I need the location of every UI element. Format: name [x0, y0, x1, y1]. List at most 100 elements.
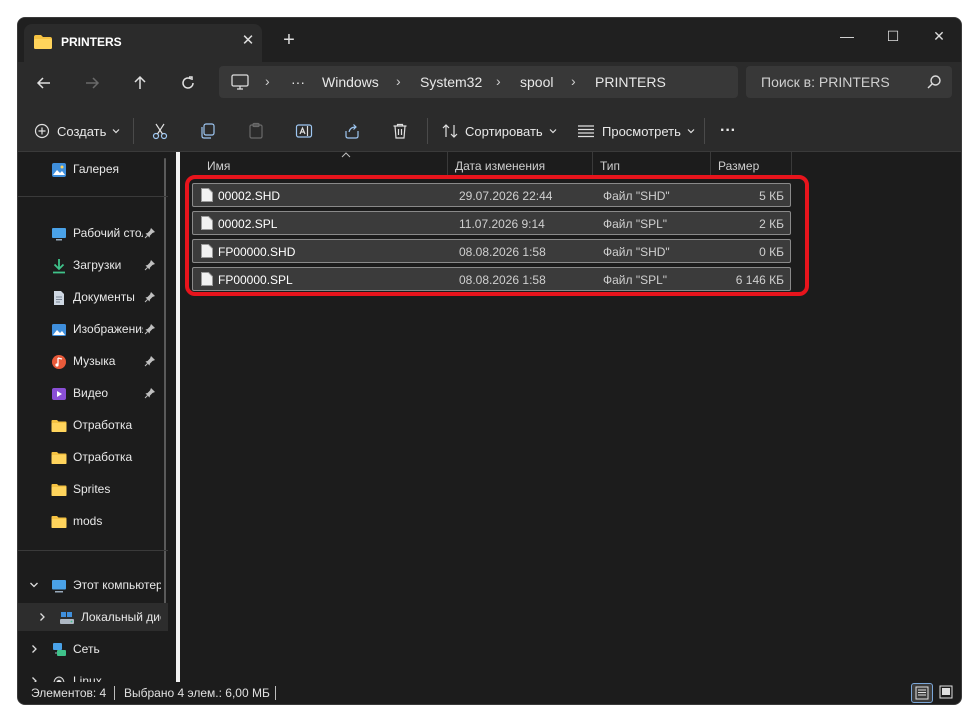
- minimize-button[interactable]: —: [827, 22, 867, 50]
- copy-icon: [201, 123, 215, 139]
- sidebar-item-local-disk[interactable]: Локальный диск: [18, 603, 168, 631]
- sidebar-item-label: Музыка: [73, 354, 116, 368]
- copy-button[interactable]: [199, 115, 217, 147]
- sidebar-item-label: Рабочий стол: [73, 226, 143, 240]
- pin-icon[interactable]: [144, 387, 156, 399]
- highlight-frame: [185, 175, 809, 296]
- folder-icon: [34, 35, 52, 49]
- music-icon: [52, 355, 66, 369]
- up-button[interactable]: [125, 72, 155, 100]
- view-label: Просмотреть: [602, 123, 681, 139]
- file-explorer-window: PRINTERS ✕ + — ☐ ✕ › ··· Windows › Syste…: [17, 17, 962, 705]
- delete-button[interactable]: [391, 115, 409, 147]
- refresh-button[interactable]: [173, 72, 203, 100]
- chevron-right-icon[interactable]: [37, 612, 47, 622]
- paste-button[interactable]: [247, 115, 265, 147]
- more-icon: ···: [720, 122, 736, 139]
- sort-button[interactable]: Сортировать: [442, 115, 557, 147]
- linux-icon: [53, 676, 65, 682]
- chevron-right-icon[interactable]: [29, 644, 39, 654]
- rename-button[interactable]: [295, 115, 313, 147]
- arrow-left-icon: [36, 77, 50, 89]
- status-divider: [275, 686, 276, 700]
- create-button[interactable]: Создать: [34, 115, 120, 147]
- address-bar[interactable]: › ··· Windows › System32 › spool › PRINT…: [219, 66, 738, 98]
- sidebar-item-folder-sprites[interactable]: Sprites: [18, 475, 168, 503]
- sidebar-item-downloads[interactable]: Загрузки: [18, 251, 168, 279]
- sidebar-item-gallery[interactable]: Галерея: [18, 155, 168, 183]
- pin-icon[interactable]: [144, 291, 156, 303]
- pin-icon[interactable]: [144, 323, 156, 335]
- chevron-down-icon[interactable]: [29, 580, 39, 590]
- selection-info: Выбрано 4 элем.: 6,00 МБ: [124, 686, 270, 700]
- sidebar-item-folder-otrabotka-2[interactable]: Отработка: [18, 443, 168, 471]
- search-input[interactable]: Поиск в: PRINTERS: [746, 66, 952, 98]
- pin-icon[interactable]: [144, 355, 156, 367]
- breadcrumb-windows[interactable]: Windows: [322, 74, 379, 90]
- chevron-down-icon: [112, 129, 120, 134]
- folder-icon: [51, 452, 67, 464]
- sidebar-item-folder-mods[interactable]: mods: [18, 507, 168, 535]
- sidebar-item-label: Видео: [73, 386, 109, 400]
- monitor-icon: [231, 74, 249, 90]
- chevron-right-icon: ›: [265, 73, 270, 89]
- toolbar-divider: [133, 118, 134, 144]
- pin-icon[interactable]: [144, 259, 156, 271]
- column-label: Дата изменения: [455, 159, 546, 173]
- status-divider: [114, 686, 115, 700]
- sidebar-item-this-pc[interactable]: Этот компьютер: [18, 571, 168, 599]
- more-options-button[interactable]: ···: [720, 115, 736, 147]
- tab-printers[interactable]: PRINTERS ✕: [24, 24, 262, 62]
- forward-button[interactable]: [77, 72, 107, 100]
- sidebar-item-linux[interactable]: Linux: [18, 667, 168, 682]
- maximize-button[interactable]: ☐: [873, 22, 913, 50]
- sidebar-item-video[interactable]: Видео: [18, 379, 168, 407]
- back-button[interactable]: [29, 72, 59, 100]
- close-window-button[interactable]: ✕: [919, 22, 959, 50]
- details-view-button[interactable]: [911, 683, 933, 703]
- desktop-icon: [52, 228, 66, 241]
- new-tab-button[interactable]: +: [278, 30, 300, 52]
- share-button[interactable]: [343, 115, 361, 147]
- view-button[interactable]: Просмотреть: [577, 115, 695, 147]
- refresh-icon: [182, 76, 194, 89]
- sidebar-item-folder-otrabotka-1[interactable]: Отработка: [18, 411, 168, 439]
- sidebar-item-network[interactable]: Сеть: [18, 635, 168, 663]
- create-label: Создать: [57, 123, 107, 139]
- sidebar-item-label: mods: [73, 514, 103, 528]
- cut-button[interactable]: [151, 115, 169, 147]
- sort-label: Сортировать: [465, 123, 543, 139]
- breadcrumb-spool[interactable]: spool: [520, 74, 553, 90]
- share-icon: [345, 124, 359, 139]
- sidebar-item-pictures[interactable]: Изображения: [18, 315, 168, 343]
- tab-close-button[interactable]: ✕: [238, 31, 258, 51]
- column-label: Имя: [207, 159, 231, 173]
- search-placeholder: Поиск в: PRINTERS: [761, 74, 890, 90]
- plus-circle-icon: [34, 123, 50, 139]
- download-icon: [53, 259, 65, 274]
- sidebar-item-documents[interactable]: Документы: [18, 283, 168, 311]
- sidebar-item-desktop[interactable]: Рабочий стол: [18, 219, 168, 247]
- gallery-icon: [52, 163, 66, 177]
- breadcrumb-more[interactable]: ···: [291, 74, 305, 90]
- command-bar: Создать Сортировать Просмотреть ···: [18, 110, 961, 152]
- navigation-bar: › ··· Windows › System32 › spool › PRINT…: [18, 62, 961, 110]
- folder-icon: [51, 420, 67, 432]
- clipboard-icon: [249, 122, 263, 139]
- sidebar-item-music[interactable]: Музыка: [18, 347, 168, 375]
- rename-icon: [295, 124, 313, 138]
- details-view-icon: [915, 686, 929, 700]
- sidebar-item-label: Linux: [73, 674, 102, 682]
- sidebar-item-label: Локальный диск: [81, 610, 161, 624]
- sidebar-item-label: Этот компьютер: [73, 578, 161, 592]
- breadcrumb-printers[interactable]: PRINTERS: [595, 74, 666, 90]
- sidebar-item-label: Документы: [73, 290, 135, 304]
- breadcrumb-system32[interactable]: System32: [420, 74, 482, 90]
- tiles-view-button[interactable]: [936, 683, 958, 703]
- arrow-right-icon: [86, 77, 100, 89]
- sidebar-item-label: Загрузки: [73, 258, 122, 272]
- pin-icon[interactable]: [144, 227, 156, 239]
- chevron-right-icon: ›: [496, 73, 501, 89]
- item-count: Элементов: 4: [31, 686, 107, 700]
- chevron-right-icon: ›: [571, 73, 576, 89]
